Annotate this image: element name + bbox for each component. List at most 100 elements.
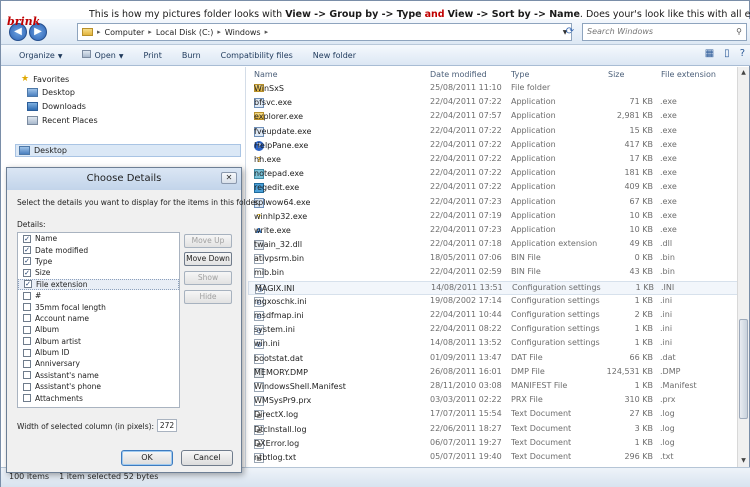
help-icon[interactable]: ? <box>740 48 745 59</box>
detail-item[interactable]: ✓ Date modified <box>18 244 179 255</box>
detail-item[interactable]: Anniversary <box>18 358 179 369</box>
file-size: 3 KB <box>634 423 653 433</box>
file-row[interactable]: bfsvc.exe 22/04/2011 07:22 Application 71 K… <box>248 96 738 110</box>
show-button[interactable]: Show <box>184 271 232 285</box>
file-row[interactable]: ⚙ system.ini 22/04/2011 08:22 Configuration… <box>248 323 738 337</box>
file-row[interactable]: WindowsShell.Manifest 28/11/2010 03:08 MAN… <box>248 380 738 394</box>
file-size: 67 KB <box>629 196 653 206</box>
file-row[interactable]: ⚙ MAGIX.INI 14/08/2011 13:51 Configuration … <box>248 280 738 295</box>
checkbox-checked-icon[interactable]: ✓ <box>23 268 31 277</box>
close-icon[interactable]: ✕ <box>221 172 237 184</box>
checkbox-icon[interactable] <box>23 394 31 403</box>
file-date: 19/08/2002 17:14 <box>430 295 502 305</box>
scroll-thumb[interactable] <box>739 319 748 419</box>
file-row[interactable]: ≡ DirectX.log 17/07/2011 15:54 Text Documen… <box>248 408 738 422</box>
detail-item[interactable]: ✓ Type <box>18 256 179 267</box>
file-row[interactable]: WinSxS 25/08/2011 11:10 File folder <box>248 82 738 96</box>
detail-item[interactable]: Album artist <box>18 336 179 347</box>
breadcrumb-windows[interactable]: Windows <box>225 28 261 37</box>
hide-button[interactable]: Hide <box>184 290 232 304</box>
file-row[interactable]: mib.bin 22/04/2011 02:59 BIN File 43 KB .bin <box>248 266 738 280</box>
nav-item-desktop-root[interactable]: Desktop <box>19 146 67 155</box>
compatibility-files-button[interactable]: Compatibility files <box>211 51 303 60</box>
file-row[interactable]: ⚙ mgxoschk.ini 19/08/2002 17:14 Configurati… <box>248 295 738 309</box>
nav-favorites[interactable]: ★ Favorites <box>21 74 69 84</box>
open-button[interactable]: Open ▼ <box>72 50 133 60</box>
file-row[interactable]: ≡ DXError.log 06/07/2011 19:27 Text Documen… <box>248 437 738 451</box>
file-row[interactable]: ? hh.exe 22/04/2011 07:22 Application 17 KB.… <box>248 153 738 167</box>
column-header-extension[interactable]: File extension <box>661 67 716 83</box>
column-width-input[interactable]: 272 <box>157 419 177 432</box>
ok-button[interactable]: OK <box>121 450 173 466</box>
file-name: DtcInstall.log <box>254 424 307 434</box>
breadcrumb-computer[interactable]: Computer <box>105 28 145 37</box>
checkbox-checked-icon[interactable]: ✓ <box>23 246 31 255</box>
checkbox-icon[interactable] <box>23 337 31 346</box>
breadcrumb[interactable]: ▸ Computer ▸ Local Disk (C:) ▸ Windows ▸… <box>77 23 572 41</box>
detail-item[interactable]: Assistant's name <box>18 370 179 381</box>
refresh-icon[interactable]: ⟳ <box>561 23 579 41</box>
file-row[interactable]: WMSysPr9.prx 03/03/2011 02:22 PRX File 310 … <box>248 394 738 408</box>
views-icon[interactable]: ▦ <box>705 48 714 59</box>
checkbox-checked-icon[interactable]: ✓ <box>23 257 31 266</box>
file-row[interactable]: twain_32.dll 22/04/2011 07:18 Application … <box>248 238 738 252</box>
checkbox-icon[interactable] <box>23 371 31 380</box>
breadcrumb-local-disk[interactable]: Local Disk (C:) <box>156 28 214 37</box>
column-header-size[interactable]: Size <box>608 67 624 83</box>
checkbox-icon[interactable] <box>23 314 31 323</box>
file-row[interactable]: ⚙ msdfmap.ini 22/04/2011 10:44 Configuratio… <box>248 309 738 323</box>
column-header-name[interactable]: Name <box>254 67 278 83</box>
file-row[interactable]: ? winhlp32.exe 22/04/2011 07:19 Application… <box>248 210 738 224</box>
detail-item[interactable]: Attachments <box>18 392 179 403</box>
detail-item[interactable]: Album <box>18 324 179 335</box>
burn-button[interactable]: Burn <box>172 51 211 60</box>
nav-item-desktop[interactable]: Desktop <box>27 88 75 97</box>
checkbox-icon[interactable] <box>23 303 31 312</box>
file-row[interactable]: ≡ ntbtlog.txt 05/07/2011 19:40 Text Documen… <box>248 451 738 465</box>
move-down-button[interactable]: Move Down <box>184 252 232 266</box>
checkbox-checked-icon[interactable]: ✓ <box>23 234 31 243</box>
file-row[interactable]: bootstat.dat 01/09/2011 13:47 DAT File 66 K… <box>248 352 738 366</box>
move-up-button[interactable]: Move Up <box>184 234 232 248</box>
checkbox-icon[interactable] <box>23 359 31 368</box>
detail-item[interactable]: ✓ File extension <box>18 278 179 290</box>
detail-item[interactable]: 35mm focal length <box>18 301 179 312</box>
checkbox-icon[interactable] <box>23 382 31 391</box>
vertical-scrollbar[interactable]: ▲ ▼ <box>737 67 749 467</box>
scroll-down-icon[interactable]: ▼ <box>738 455 749 467</box>
checkbox-icon[interactable] <box>23 291 31 300</box>
column-header-date[interactable]: Date modified <box>430 67 487 83</box>
search-input[interactable]: Search Windows ⚲ <box>582 23 747 41</box>
detail-item[interactable]: Album ID <box>18 347 179 358</box>
detail-item[interactable]: Account name <box>18 313 179 324</box>
file-row[interactable]: ⚙ win.ini 14/08/2011 13:52 Configuration se… <box>248 337 738 351</box>
detail-item[interactable]: Assistant's phone <box>18 381 179 392</box>
file-name: fveupdate.exe <box>254 126 312 136</box>
details-list[interactable]: ✓ Name ✓ Date modified ✓ Type ✓ Size ✓ File exten… <box>17 232 180 408</box>
file-row[interactable]: notepad.exe 22/04/2011 07:22 Application 18… <box>248 167 738 181</box>
file-row[interactable]: fveupdate.exe 22/04/2011 07:22 Application… <box>248 125 738 139</box>
checkbox-icon[interactable] <box>23 348 31 357</box>
file-row[interactable]: Awrite.exe 22/04/2011 07:23 Application 10 … <box>248 224 738 238</box>
checkbox-icon[interactable] <box>23 325 31 334</box>
detail-item[interactable]: ✓ Name <box>18 233 179 244</box>
new-folder-button[interactable]: New folder <box>303 51 366 60</box>
detail-item[interactable]: # <box>18 290 179 301</box>
file-row[interactable]: regedit.exe 22/04/2011 07:22 Application 40… <box>248 181 738 195</box>
nav-item-recent-places[interactable]: Recent Places <box>27 116 98 125</box>
checkbox-checked-icon[interactable]: ✓ <box>24 280 32 289</box>
file-row[interactable]: MEMORY.DMP 26/08/2011 16:01 DMP File 124,53… <box>248 366 738 380</box>
print-button[interactable]: Print <box>133 51 171 60</box>
file-row[interactable]: ? HelpPane.exe 22/04/2011 07:22 Application… <box>248 139 738 153</box>
preview-pane-icon[interactable]: ▯ <box>724 48 730 59</box>
file-row[interactable]: ativpsrm.bin 18/05/2011 07:06 BIN File 0 KB… <box>248 252 738 266</box>
cancel-button[interactable]: Cancel <box>181 450 233 466</box>
column-header-type[interactable]: Type <box>511 67 529 83</box>
file-row[interactable]: ≡ DtcInstall.log 22/06/2011 18:27 Text Docu… <box>248 423 738 437</box>
scroll-up-icon[interactable]: ▲ <box>738 67 749 79</box>
file-row[interactable]: explorer.exe 22/04/2011 07:57 Application 2… <box>248 110 738 124</box>
nav-item-downloads[interactable]: Downloads <box>27 102 86 111</box>
file-row[interactable]: splwow64.exe 22/04/2011 07:23 Application 6… <box>248 196 738 210</box>
organize-button[interactable]: Organize ▼ <box>9 51 72 60</box>
detail-item[interactable]: ✓ Size <box>18 267 179 278</box>
